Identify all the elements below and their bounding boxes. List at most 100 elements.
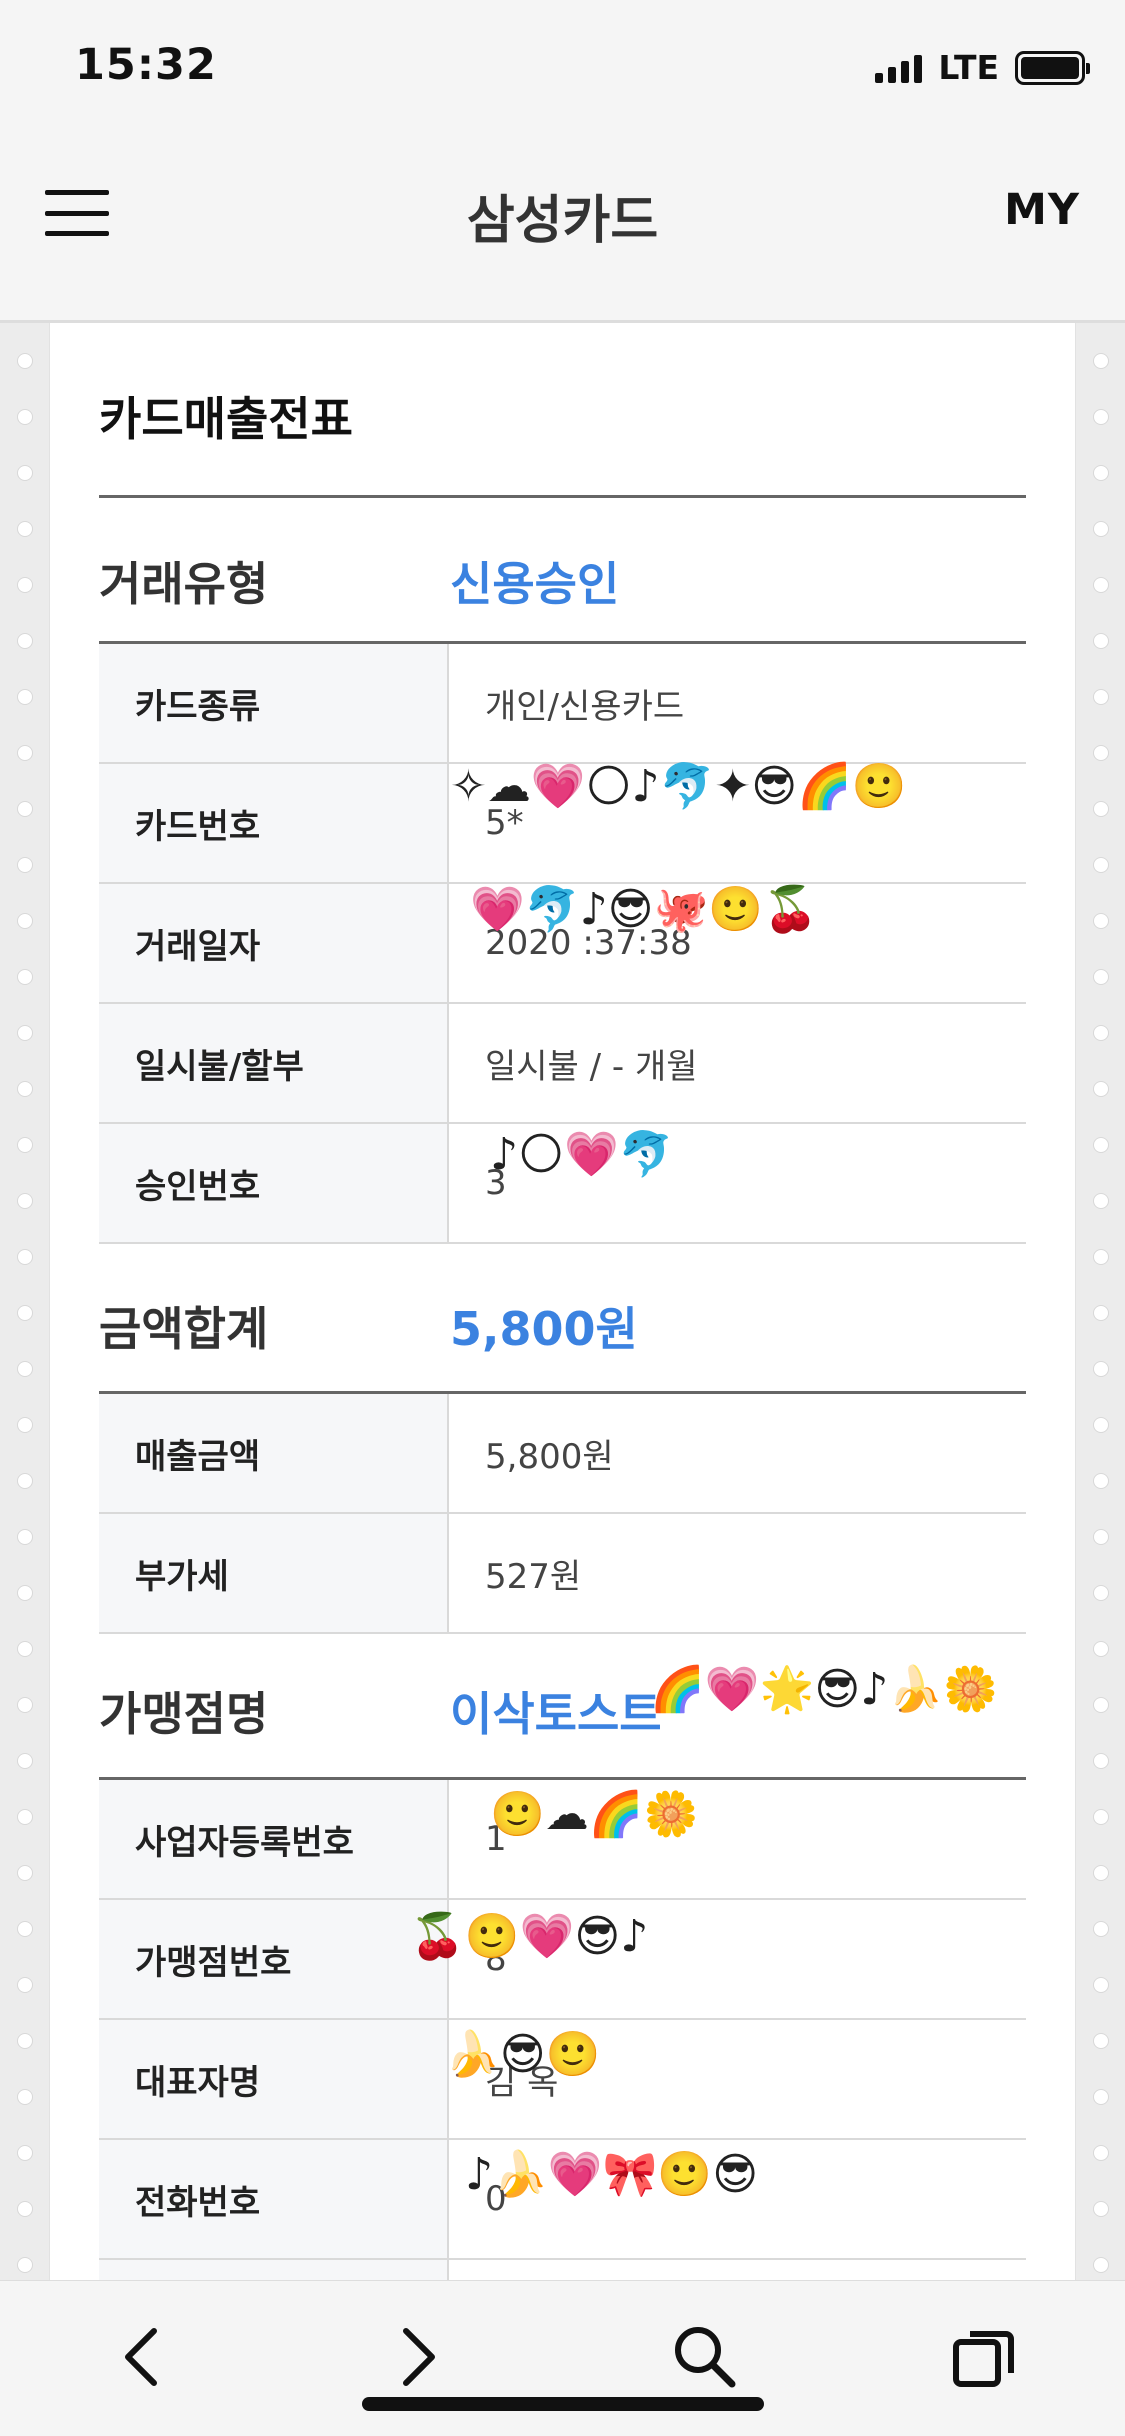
- redaction-sticker: 🙂☁🌈🌼: [490, 1789, 699, 1840]
- table-row: 부가세 527원: [99, 1514, 1026, 1634]
- status-time: 15:32: [75, 40, 217, 90]
- row-label: 가맹점번호: [99, 1900, 449, 2018]
- redaction-sticker: 🍒🙂💗😎♪: [410, 1911, 649, 1962]
- perforation-hole: [17, 353, 33, 369]
- row-label: 대표자명: [99, 2020, 449, 2138]
- perforation-hole: [1093, 1025, 1109, 1041]
- browser-toolbar: [0, 2280, 1125, 2436]
- perforation-hole: [1093, 2257, 1109, 2273]
- perforation-hole: [17, 969, 33, 985]
- perforation-hole: [17, 1921, 33, 1937]
- page-title: 삼성카드: [466, 191, 659, 251]
- redaction-sticker: 🌈💗🌟😎♪🍌🌼: [650, 1664, 998, 1715]
- back-icon[interactable]: [100, 2317, 180, 2397]
- row-label: 사업자등록번호: [99, 1780, 449, 1898]
- perforation-hole: [1093, 689, 1109, 705]
- row-value: 5,800원: [485, 1436, 614, 1477]
- perforation-hole: [1093, 1193, 1109, 1209]
- row-value: 일시불 / - 개월: [485, 1046, 698, 1087]
- receipt-container[interactable]: 카드매출전표 거래유형 신용승인 카드종류 개인/신용카드 카드번호 5* 거래…: [0, 320, 1125, 2300]
- perforation-hole: [1093, 633, 1109, 649]
- row-label: 카드종류: [99, 644, 449, 762]
- perforation-hole: [17, 2201, 33, 2217]
- perforation-hole: [17, 913, 33, 929]
- perforation-hole: [17, 2145, 33, 2161]
- forward-icon[interactable]: [380, 2317, 460, 2397]
- perforation-hole: [17, 801, 33, 817]
- row-label: 매출금액: [99, 1394, 449, 1512]
- perforation-hole: [17, 1585, 33, 1601]
- perforation-hole: [1093, 1417, 1109, 1433]
- network-type: LTE: [938, 48, 999, 87]
- perforation-hole: [1093, 1865, 1109, 1881]
- perforation-hole: [17, 521, 33, 537]
- perforation-hole: [1093, 1921, 1109, 1937]
- perforation-hole: [1093, 521, 1109, 537]
- perforation-hole: [1093, 2145, 1109, 2161]
- row-label: 부가세: [99, 1514, 449, 1632]
- perforation-hole: [1093, 1473, 1109, 1489]
- perforation-hole: [1093, 1753, 1109, 1769]
- perforation-hole: [1093, 1697, 1109, 1713]
- amount-total-label: 금액합계: [99, 1302, 269, 1356]
- perforation-hole: [17, 1697, 33, 1713]
- perforation-hole: [17, 1137, 33, 1153]
- perforation-hole: [1093, 2201, 1109, 2217]
- perforation-hole: [1093, 1305, 1109, 1321]
- perforation-hole: [17, 2089, 33, 2105]
- perforation-hole: [17, 1977, 33, 1993]
- table-row: 매출금액 5,800원: [99, 1394, 1026, 1514]
- perforation-hole: [1093, 1361, 1109, 1377]
- transaction-type-value: 신용승인: [450, 557, 620, 611]
- merchant-name-label: 가맹점명: [99, 1687, 269, 1741]
- status-icons: LTE: [875, 48, 1090, 87]
- perforation-hole: [17, 1249, 33, 1265]
- perforation-hole: [17, 2257, 33, 2273]
- row-label: 전화번호: [99, 2140, 449, 2258]
- perforation-hole: [17, 465, 33, 481]
- table-row: 카드종류 개인/신용카드: [99, 644, 1026, 764]
- search-icon[interactable]: [665, 2317, 745, 2397]
- perforation-hole: [17, 1361, 33, 1377]
- perforation-hole: [1093, 1137, 1109, 1153]
- row-label: 일시불/할부: [99, 1004, 449, 1122]
- perforation-hole: [1093, 1977, 1109, 1993]
- perforation-hole: [17, 1529, 33, 1545]
- perforation-hole: [1093, 353, 1109, 369]
- perforation-hole: [17, 1809, 33, 1825]
- perforation-hole: [1093, 1809, 1109, 1825]
- redaction-sticker: ♪🌕💗🐬: [490, 1129, 674, 1180]
- perforation-hole: [17, 1641, 33, 1657]
- status-bar: 15:32 LTE: [0, 0, 1125, 140]
- perforation-left: [0, 323, 50, 2280]
- perforation-hole: [1093, 857, 1109, 873]
- perforation-hole: [17, 409, 33, 425]
- receipt-paper: 카드매출전표 거래유형 신용승인 카드종류 개인/신용카드 카드번호 5* 거래…: [50, 323, 1075, 2300]
- perforation-hole: [17, 1865, 33, 1881]
- perforation-hole: [1093, 1081, 1109, 1097]
- perforation-hole: [1093, 1641, 1109, 1657]
- perforation-hole: [1093, 465, 1109, 481]
- row-value: 개인/신용카드: [485, 686, 685, 727]
- perforation-hole: [17, 1473, 33, 1489]
- perforation-hole: [1093, 409, 1109, 425]
- perforation-hole: [1093, 1585, 1109, 1601]
- perforation-hole: [17, 1081, 33, 1097]
- perforation-hole: [17, 633, 33, 649]
- perforation-hole: [17, 1025, 33, 1041]
- perforation-hole: [17, 577, 33, 593]
- perforation-hole: [1093, 913, 1109, 929]
- home-indicator: [362, 2397, 764, 2411]
- row-label: 카드번호: [99, 764, 449, 882]
- my-button[interactable]: MY: [1004, 185, 1080, 235]
- perforation-hole: [17, 1417, 33, 1433]
- perforation-hole: [17, 1753, 33, 1769]
- perforation-hole: [17, 2033, 33, 2049]
- tabs-icon[interactable]: [945, 2317, 1025, 2397]
- battery-icon: [1015, 50, 1090, 85]
- row-value: 527원: [485, 1556, 582, 1597]
- merchant-name-value: 이삭토스트: [450, 1687, 662, 1741]
- perforation-hole: [1093, 801, 1109, 817]
- perforation-right: [1075, 323, 1125, 2280]
- redaction-sticker: ♪🍌💗🎀🙂😎: [465, 2149, 759, 2200]
